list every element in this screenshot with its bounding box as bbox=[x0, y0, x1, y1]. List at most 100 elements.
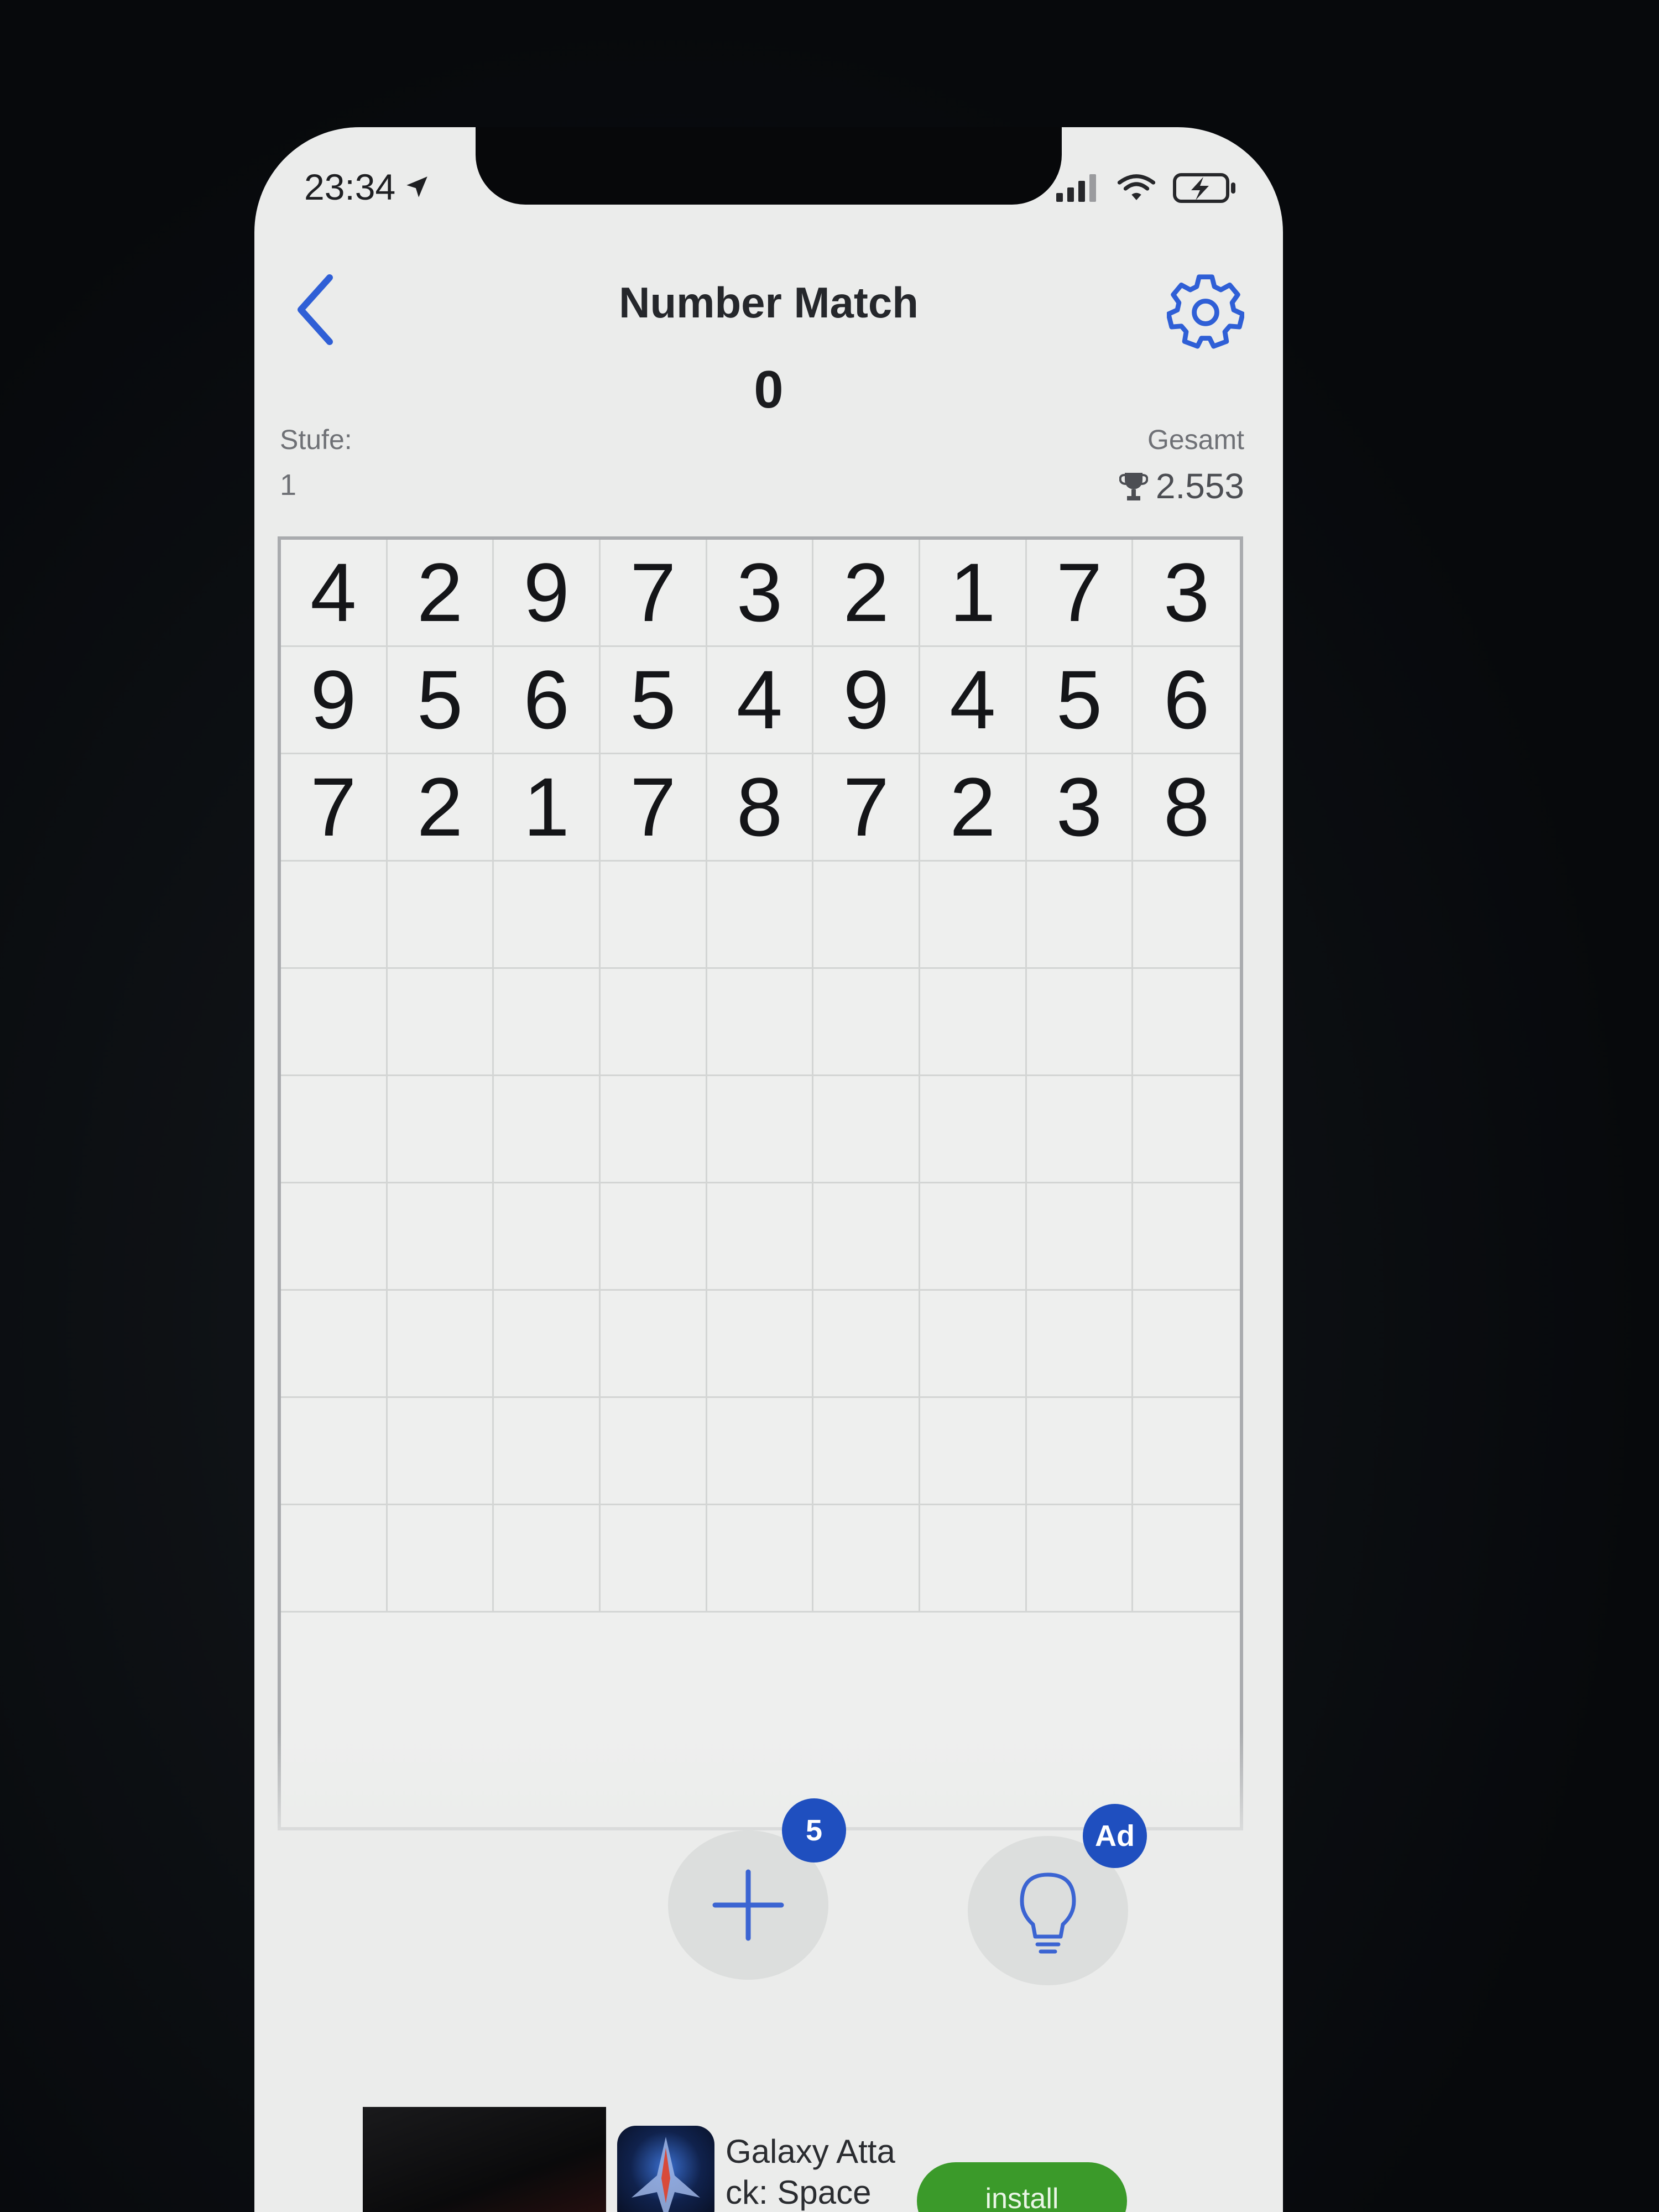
ad-title: Galaxy Atta ck: Space bbox=[726, 2133, 895, 2211]
empty-grid-cell bbox=[1133, 1291, 1240, 1398]
grid-cell[interactable]: 3 bbox=[707, 540, 814, 647]
page-title: Number Match bbox=[619, 278, 919, 327]
empty-grid-cell bbox=[707, 1183, 814, 1291]
grid-cell[interactable]: 3 bbox=[1026, 754, 1134, 862]
empty-grid-cell bbox=[813, 1398, 920, 1505]
empty-grid-cell bbox=[601, 1505, 707, 1613]
empty-grid-cell bbox=[387, 862, 494, 969]
empty-grid-cell bbox=[601, 1076, 707, 1183]
settings-button[interactable] bbox=[1166, 272, 1245, 349]
ad-install-button[interactable]: install bbox=[917, 2162, 1127, 2212]
empty-grid-cell bbox=[281, 1398, 388, 1505]
grid-cell[interactable]: 4 bbox=[920, 647, 1027, 754]
empty-grid-cell bbox=[494, 1076, 601, 1183]
empty-grid-cell bbox=[813, 1183, 920, 1291]
empty-grid-cell bbox=[1026, 1076, 1134, 1183]
battery-charging-icon bbox=[1173, 173, 1235, 203]
phone-screen: 23:34 Number Match 0 Stufe: 1 Gesamt 2.5… bbox=[254, 127, 1283, 2212]
empty-grid-cell bbox=[601, 1291, 707, 1398]
empty-grid-cell bbox=[494, 1183, 601, 1291]
grid-cell[interactable]: 9 bbox=[494, 540, 601, 647]
grid-cell[interactable]: 8 bbox=[707, 754, 814, 862]
empty-grid-cell bbox=[813, 862, 920, 969]
grid-cell[interactable]: 4 bbox=[281, 540, 388, 647]
spaceship-icon bbox=[632, 2137, 700, 2212]
empty-grid-cell bbox=[281, 1291, 388, 1398]
grid-cell[interactable]: 1 bbox=[494, 754, 601, 862]
empty-grid-cell bbox=[281, 1076, 388, 1183]
grid-cell[interactable]: 6 bbox=[1133, 647, 1240, 754]
total-score-value: 2.553 bbox=[1155, 466, 1244, 506]
gear-icon bbox=[1166, 274, 1245, 349]
grid-cell[interactable]: 5 bbox=[601, 647, 707, 754]
empty-grid-cell bbox=[813, 1291, 920, 1398]
empty-grid-cell bbox=[1026, 1398, 1134, 1505]
empty-grid-cell bbox=[920, 1398, 1027, 1505]
grid-cell[interactable]: 7 bbox=[281, 754, 388, 862]
grid-cell[interactable]: 6 bbox=[494, 647, 601, 754]
empty-grid-cell bbox=[494, 1291, 601, 1398]
empty-grid-cell bbox=[601, 969, 707, 1076]
number-grid: 429732173956549456721787238 bbox=[278, 536, 1243, 1830]
level-value: 1 bbox=[280, 468, 297, 502]
empty-grid-cell bbox=[1133, 1183, 1240, 1291]
grid-cell[interactable]: 8 bbox=[1133, 754, 1240, 862]
empty-grid-cell bbox=[281, 1183, 388, 1291]
grid-cell[interactable]: 2 bbox=[920, 754, 1027, 862]
grid-cell[interactable]: 7 bbox=[813, 754, 920, 862]
empty-grid-cell bbox=[920, 1076, 1027, 1183]
empty-grid-cell bbox=[1026, 1505, 1134, 1613]
empty-grid-cell bbox=[281, 862, 388, 969]
grid-cell[interactable]: 3 bbox=[1133, 540, 1240, 647]
empty-grid-cell bbox=[494, 1398, 601, 1505]
empty-grid-cell bbox=[387, 1398, 494, 1505]
camera-notch bbox=[476, 127, 1062, 205]
hint-ad-badge: Ad bbox=[1083, 1804, 1147, 1868]
empty-grid-cell bbox=[387, 969, 494, 1076]
empty-grid-cell bbox=[1133, 1398, 1240, 1505]
empty-grid-cell bbox=[1026, 1291, 1134, 1398]
empty-grid-cell bbox=[494, 1505, 601, 1613]
empty-grid-cell bbox=[1026, 862, 1134, 969]
empty-grid-cell bbox=[707, 1505, 814, 1613]
empty-grid-cell bbox=[707, 1076, 814, 1183]
empty-grid-cell bbox=[1133, 1076, 1240, 1183]
total-score: 2.553 bbox=[1119, 466, 1244, 507]
grid-cell[interactable]: 7 bbox=[1026, 540, 1134, 647]
grid-cell[interactable]: 1 bbox=[920, 540, 1027, 647]
grid-cell[interactable]: 4 bbox=[707, 647, 814, 754]
grid-cell[interactable]: 2 bbox=[387, 540, 494, 647]
grid-cell[interactable]: 9 bbox=[813, 647, 920, 754]
grid-cell[interactable]: 9 bbox=[281, 647, 388, 754]
grid-cell[interactable]: 5 bbox=[387, 647, 494, 754]
grid-cell[interactable]: 2 bbox=[387, 754, 494, 862]
empty-grid-cell bbox=[601, 1183, 707, 1291]
grid-cell[interactable]: 7 bbox=[601, 754, 707, 862]
empty-grid-cell bbox=[1133, 1505, 1240, 1613]
empty-grid-cell bbox=[920, 1183, 1027, 1291]
ad-preview-image bbox=[363, 2107, 606, 2212]
empty-grid-cell bbox=[387, 1183, 494, 1291]
empty-grid-cell bbox=[707, 1398, 814, 1505]
empty-grid-cell bbox=[920, 862, 1027, 969]
empty-grid-cell bbox=[1133, 862, 1240, 969]
ad-app-icon bbox=[617, 2126, 714, 2212]
empty-grid-cell bbox=[494, 969, 601, 1076]
grid-cell[interactable]: 7 bbox=[601, 540, 707, 647]
wifi-icon bbox=[1117, 174, 1156, 200]
empty-grid-cell bbox=[387, 1291, 494, 1398]
empty-grid-cell bbox=[1026, 1183, 1134, 1291]
empty-grid-cell bbox=[920, 969, 1027, 1076]
grid-cell[interactable]: 2 bbox=[813, 540, 920, 647]
ad-banner[interactable]: Galaxy Atta ck: Space install bbox=[254, 2107, 1283, 2212]
empty-grid-cell bbox=[601, 1398, 707, 1505]
cellular-signal-icon bbox=[1056, 174, 1096, 202]
trophy-icon bbox=[1119, 473, 1148, 500]
empty-grid-cell bbox=[601, 862, 707, 969]
empty-grid-cell bbox=[281, 1505, 388, 1613]
empty-grid-cell bbox=[813, 1076, 920, 1183]
status-bar-indicators bbox=[1056, 171, 1239, 205]
add-count-badge: 5 bbox=[782, 1798, 846, 1863]
grid-cell[interactable]: 5 bbox=[1026, 647, 1134, 754]
location-arrow-icon bbox=[406, 176, 427, 197]
